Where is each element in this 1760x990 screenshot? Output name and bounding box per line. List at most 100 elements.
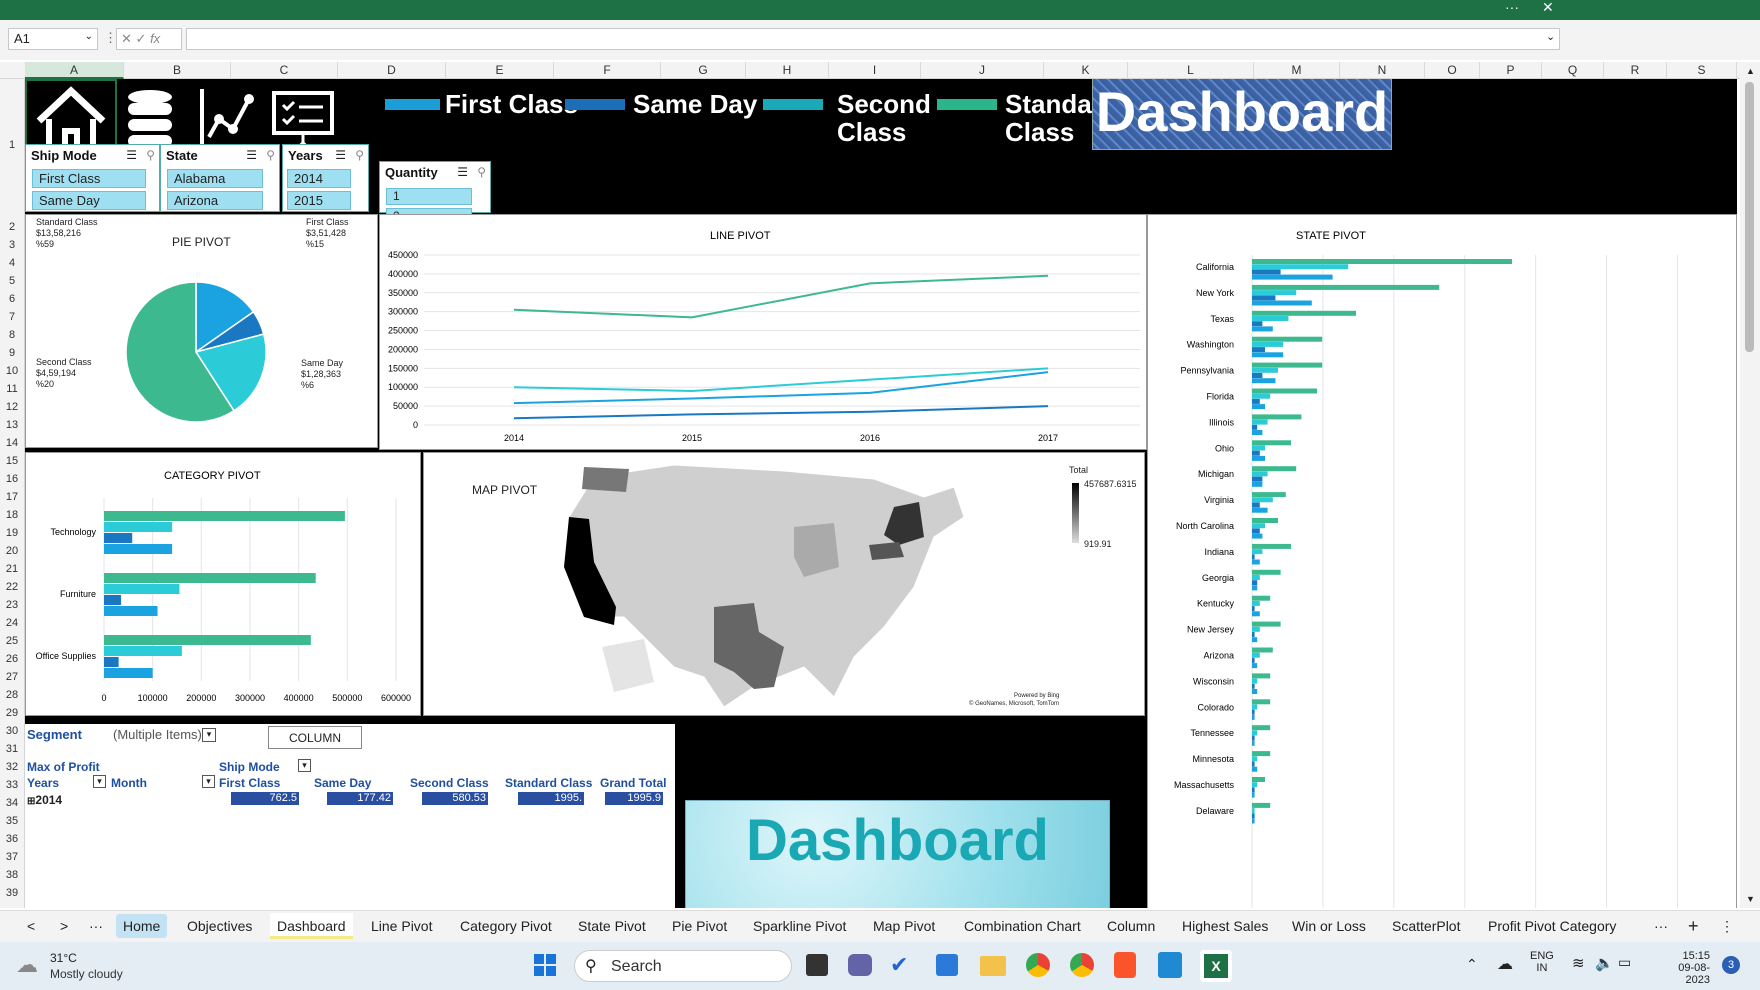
years-filter-dropdown-icon[interactable]: ▾ bbox=[93, 775, 106, 788]
column-header[interactable]: N bbox=[1340, 62, 1425, 79]
scroll-up-icon[interactable]: ▲ bbox=[1746, 66, 1755, 76]
expand-formula-icon[interactable]: ⌄ bbox=[1546, 30, 1555, 43]
row-header[interactable]: 21 bbox=[0, 563, 24, 575]
slicer-item[interactable]: First Class bbox=[32, 169, 146, 188]
tab-home[interactable]: Home bbox=[116, 914, 168, 938]
excel-taskbar-button[interactable]: X bbox=[1200, 950, 1232, 982]
row-header[interactable]: 33 bbox=[0, 779, 24, 791]
pie-pivot-chart[interactable]: PIE PIVOT Standard Class $13,58,216 %59 Fi… bbox=[25, 214, 378, 448]
chrome-icon[interactable] bbox=[1026, 953, 1050, 977]
function-icon[interactable]: fx bbox=[150, 31, 160, 46]
row-header[interactable]: 26 bbox=[0, 653, 24, 665]
pivot-cell[interactable]: 177.42 bbox=[327, 792, 393, 805]
row-header[interactable]: 5 bbox=[0, 275, 24, 287]
segment-filter-value[interactable]: (Multiple Items) bbox=[113, 727, 202, 742]
teams-icon[interactable] bbox=[848, 954, 872, 976]
row-header[interactable]: 15 bbox=[0, 455, 24, 467]
pivot-cell[interactable]: 580.53 bbox=[422, 792, 488, 805]
todo-icon[interactable]: ✔ bbox=[890, 952, 908, 978]
row-header[interactable]: 27 bbox=[0, 671, 24, 683]
weather-temp[interactable]: 31°C bbox=[50, 951, 77, 965]
column-header[interactable]: E bbox=[446, 62, 554, 79]
cancel-icon[interactable]: ✕ bbox=[121, 31, 132, 46]
formula-input[interactable] bbox=[186, 28, 1560, 50]
tab-win-or-loss[interactable]: Win or Loss bbox=[1285, 913, 1373, 939]
row-header[interactable]: 24 bbox=[0, 617, 24, 629]
tab-profit-pivot-category[interactable]: Profit Pivot Category bbox=[1481, 913, 1623, 939]
row-header[interactable]: 16 bbox=[0, 473, 24, 485]
row-header[interactable]: 35 bbox=[0, 815, 24, 827]
row-header[interactable]: 20 bbox=[0, 545, 24, 557]
column-header[interactable]: O bbox=[1425, 62, 1480, 79]
brave-icon[interactable] bbox=[1114, 952, 1136, 978]
row-header[interactable]: 12 bbox=[0, 401, 24, 413]
column-header[interactable]: M bbox=[1254, 62, 1340, 79]
tab-overflow-menu[interactable]: ··· bbox=[1647, 913, 1675, 939]
tab-highest-sales[interactable]: Highest Sales bbox=[1175, 913, 1275, 939]
slicer-item[interactable]: Alabama bbox=[167, 169, 263, 188]
column-header[interactable]: I bbox=[829, 62, 921, 79]
row-header[interactable]: 37 bbox=[0, 851, 24, 863]
tab-map-pivot[interactable]: Map Pivot bbox=[866, 913, 942, 939]
slicer-item[interactable]: 2015 bbox=[287, 191, 351, 210]
file-explorer-icon[interactable] bbox=[980, 956, 1006, 976]
row-header[interactable]: 23 bbox=[0, 599, 24, 611]
column-header[interactable]: S bbox=[1667, 62, 1737, 79]
close-button[interactable]: ✕ bbox=[1542, 0, 1554, 16]
row-header[interactable]: 9 bbox=[0, 347, 24, 359]
tab-line-pivot[interactable]: Line Pivot bbox=[364, 913, 439, 939]
enter-icon[interactable]: ✓ bbox=[136, 31, 147, 46]
battery-icon[interactable]: ▭ bbox=[1618, 954, 1631, 971]
tab-more[interactable]: ··· bbox=[82, 913, 110, 939]
tab-combination-chart[interactable]: Combination Chart bbox=[957, 913, 1088, 939]
tab-scatterplot[interactable]: ScatterPlot bbox=[1385, 913, 1467, 939]
multi-select-icon[interactable]: ☰ bbox=[126, 148, 137, 162]
wifi-icon[interactable]: ≋ bbox=[1572, 954, 1585, 972]
weather-desc[interactable]: Mostly cloudy bbox=[50, 967, 123, 981]
month-filter-dropdown-icon[interactable]: ▾ bbox=[202, 775, 215, 788]
column-header[interactable]: F bbox=[554, 62, 661, 79]
row-header[interactable]: 30 bbox=[0, 725, 24, 737]
row-header[interactable]: 1 bbox=[0, 139, 24, 151]
tab-category-pivot[interactable]: Category Pivot bbox=[453, 913, 559, 939]
scroll-down-icon[interactable]: ▼ bbox=[1746, 894, 1755, 904]
row-header[interactable]: 38 bbox=[0, 869, 24, 881]
row-header[interactable]: 6 bbox=[0, 293, 24, 305]
column-header[interactable]: Q bbox=[1542, 62, 1604, 79]
column-header[interactable]: L bbox=[1128, 62, 1254, 79]
tab-nav-prev[interactable]: < bbox=[20, 913, 42, 939]
row-header[interactable]: 19 bbox=[0, 527, 24, 539]
row-header[interactable]: 8 bbox=[0, 329, 24, 341]
row-header[interactable]: 4 bbox=[0, 257, 24, 269]
row-header[interactable]: 10 bbox=[0, 365, 24, 377]
chrome-profile-icon[interactable] bbox=[1070, 953, 1094, 977]
row-header[interactable]: 22 bbox=[0, 581, 24, 593]
category-pivot-chart[interactable]: CATEGORY PIVOT 0 100000 200000 300000 400000 5… bbox=[25, 452, 421, 716]
column-button[interactable]: COLUMN bbox=[268, 726, 362, 749]
clear-filter-icon[interactable]: ⚲ bbox=[355, 148, 364, 162]
row-header[interactable]: 28 bbox=[0, 689, 24, 701]
clock[interactable]: 15:15 09-08-2023 bbox=[1654, 950, 1710, 986]
chevron-down-icon[interactable]: ⌄ bbox=[85, 31, 93, 42]
row-header[interactable]: 36 bbox=[0, 833, 24, 845]
language-indicator[interactable]: ENG IN bbox=[1530, 950, 1554, 974]
pivot-cell[interactable]: 1995. bbox=[518, 792, 584, 805]
row-header[interactable]: 3 bbox=[0, 239, 24, 251]
sheet-options-button[interactable]: ⋮ bbox=[1713, 913, 1741, 939]
vscode-icon[interactable] bbox=[1158, 952, 1182, 978]
tab-column[interactable]: Column bbox=[1100, 913, 1162, 939]
column-header[interactable]: H bbox=[746, 62, 829, 79]
row-header[interactable]: 29 bbox=[0, 707, 24, 719]
row-header[interactable]: 17 bbox=[0, 491, 24, 503]
volume-icon[interactable]: 🔈 bbox=[1595, 954, 1614, 972]
row-header[interactable]: 25 bbox=[0, 635, 24, 647]
row-header[interactable]: 7 bbox=[0, 311, 24, 323]
map-pivot-chart[interactable]: MAP PIVOT Total 457687.6315 919.91 Power… bbox=[423, 452, 1145, 716]
column-header[interactable]: B bbox=[124, 62, 231, 79]
row-header[interactable]: 11 bbox=[0, 383, 24, 395]
column-header[interactable]: A bbox=[25, 62, 124, 79]
row-header[interactable]: 13 bbox=[0, 419, 24, 431]
row-header[interactable]: 31 bbox=[0, 743, 24, 755]
row-header[interactable]: 18 bbox=[0, 509, 24, 521]
column-header[interactable]: P bbox=[1480, 62, 1542, 79]
